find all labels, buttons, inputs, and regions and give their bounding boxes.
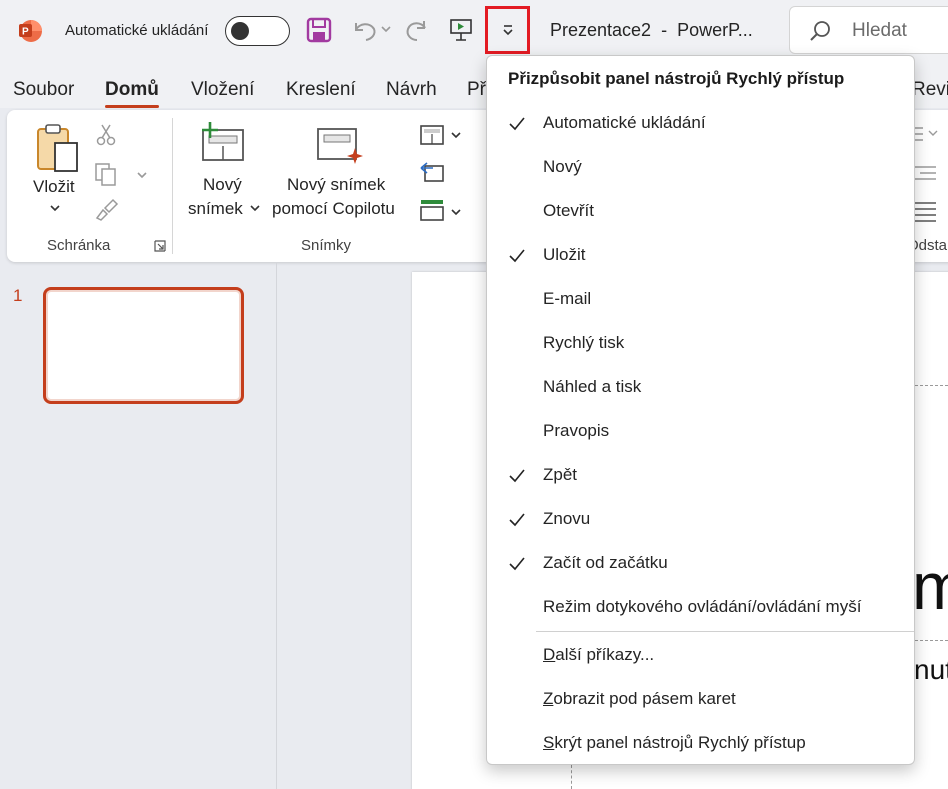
menu-item[interactable]: Náhled a tisk	[487, 366, 914, 410]
menu-item[interactable]: Začít od začátku	[487, 542, 914, 586]
copy-icon[interactable]	[93, 162, 119, 186]
tab-kresleni[interactable]: Kreslení	[286, 79, 356, 101]
autosave-toggle[interactable]	[225, 16, 290, 46]
tab-prechody[interactable]: Př	[467, 79, 486, 101]
menu-item-label: Nový	[543, 157, 582, 176]
copilot-label-1[interactable]: Nový snímek	[287, 173, 385, 197]
chevron-down-icon[interactable]	[450, 207, 462, 217]
checkmark-icon	[509, 117, 525, 131]
dialog-launcher-icon[interactable]	[154, 240, 166, 252]
clipboard-group-label: Schránka	[47, 237, 111, 254]
menu-separator	[536, 631, 914, 632]
reset-slide-icon[interactable]	[419, 160, 445, 184]
menu-item[interactable]: Otevřít	[487, 190, 914, 234]
redo-icon[interactable]	[404, 17, 432, 43]
menu-item-label: Zpět	[543, 465, 578, 484]
search-placeholder: Hledat	[852, 20, 907, 41]
section-icon[interactable]	[419, 198, 445, 222]
menu-command-label: Zobrazit pod pásem karet	[543, 689, 736, 708]
customize-toolbar-icon	[502, 25, 513, 36]
svg-text:P: P	[22, 27, 29, 38]
search-icon	[810, 21, 830, 41]
tab-domu[interactable]: Domů	[105, 79, 159, 108]
new-slide-icon[interactable]	[199, 122, 247, 164]
tab-vlozeni[interactable]: Vložení	[191, 79, 254, 101]
tab-soubor[interactable]: Soubor	[13, 79, 74, 101]
menu-command-item[interactable]: Další příkazy...	[487, 634, 914, 678]
toggle-knob	[231, 22, 249, 40]
menu-item[interactable]: Znovu	[487, 498, 914, 542]
slides-group-label: Snímky	[301, 237, 352, 254]
title-bar: P Automatické ukládání Prezentace2 - Pow…	[0, 0, 948, 62]
menu-item[interactable]: Automatické ukládání	[487, 102, 914, 146]
document-title: Prezentace2 - PowerP...	[550, 20, 753, 40]
chevron-down-icon[interactable]	[136, 170, 148, 180]
align-icon[interactable]	[912, 200, 938, 222]
checkmark-icon	[509, 469, 525, 483]
copilot-slide-icon[interactable]	[315, 126, 365, 168]
slide-number: 1	[13, 286, 23, 305]
menu-item[interactable]: Uložit	[487, 234, 914, 278]
menu-item-label: Začít od začátku	[543, 553, 668, 572]
customize-quick-access-menu: Přizpůsobit panel nástrojů Rychlý přístu…	[486, 55, 915, 765]
tab-navrh[interactable]: Návrh	[386, 79, 437, 101]
menu-item-label: Rychlý tisk	[543, 333, 625, 352]
search-input[interactable]: Hledat	[789, 6, 948, 54]
menu-command-label: Skrýt panel nástrojů Rychlý přístup	[543, 733, 806, 752]
menu-command-label: Další příkazy...	[543, 645, 655, 664]
format-painter-icon[interactable]	[93, 198, 119, 222]
copilot-label-2[interactable]: pomocí Copilotu	[272, 197, 395, 221]
new-slide-label-1[interactable]: Nový	[203, 173, 242, 197]
chevron-down-icon[interactable]	[450, 130, 462, 140]
menu-item-label: Pravopis	[543, 421, 610, 440]
menu-item[interactable]: Zpět	[487, 454, 914, 498]
menu-item[interactable]: E-mail	[487, 278, 914, 322]
title-placeholder-text[interactable]: m	[912, 548, 948, 624]
menu-item-label: Znovu	[543, 509, 591, 528]
checkmark-icon	[509, 249, 525, 263]
checkmark-icon	[509, 513, 525, 527]
paste-label[interactable]: Vložit	[33, 175, 75, 199]
menu-command-item[interactable]: Skrýt panel nástrojů Rychlý přístup	[487, 722, 914, 766]
chevron-down-icon[interactable]	[249, 203, 261, 213]
chevron-down-icon[interactable]	[49, 203, 61, 213]
customize-toolbar-button[interactable]	[485, 6, 530, 54]
menu-item-label: Náhled a tisk	[543, 377, 642, 396]
slide-thumbnail[interactable]	[43, 287, 244, 404]
autosave-label: Automatické ukládání	[65, 22, 209, 39]
tab-revize[interactable]: Revi	[912, 79, 948, 101]
menu-command-item[interactable]: Zobrazit pod pásem karet	[487, 678, 914, 722]
undo-icon[interactable]	[350, 17, 378, 43]
menu-item[interactable]: Rychlý tisk	[487, 322, 914, 366]
menu-item[interactable]: Nový	[487, 146, 914, 190]
menu-item-label: Automatické ukládání	[543, 113, 706, 132]
layout-icon[interactable]	[419, 124, 445, 146]
menu-item[interactable]: Režim dotykového ovládání/ovládání myší	[487, 586, 914, 630]
menu-item-label: E-mail	[543, 289, 592, 308]
placeholder-border	[571, 765, 572, 789]
menu-item[interactable]: Pravopis	[487, 410, 914, 454]
placeholder-border	[915, 640, 948, 641]
menu-header: Přizpůsobit panel nástrojů Rychlý přístu…	[508, 69, 845, 88]
subtitle-placeholder-text[interactable]: nut	[914, 654, 948, 686]
indent-icon[interactable]	[912, 163, 938, 183]
placeholder-border	[915, 385, 948, 386]
panel-divider[interactable]	[276, 262, 277, 789]
powerpoint-logo-icon: P	[19, 20, 42, 42]
menu-item-label: Režim dotykového ovládání/ovládání myší	[543, 597, 862, 616]
chevron-down-icon[interactable]	[380, 22, 392, 36]
paste-icon[interactable]	[35, 123, 81, 181]
checkmark-icon	[509, 557, 525, 571]
new-slide-label-2[interactable]: snímek	[188, 197, 243, 221]
present-from-start-icon[interactable]	[449, 17, 473, 43]
cut-icon[interactable]	[95, 123, 117, 147]
menu-item-label: Uložit	[543, 245, 586, 264]
group-separator	[172, 118, 173, 254]
save-icon[interactable]	[306, 17, 332, 43]
menu-item-label: Otevřít	[543, 201, 595, 220]
